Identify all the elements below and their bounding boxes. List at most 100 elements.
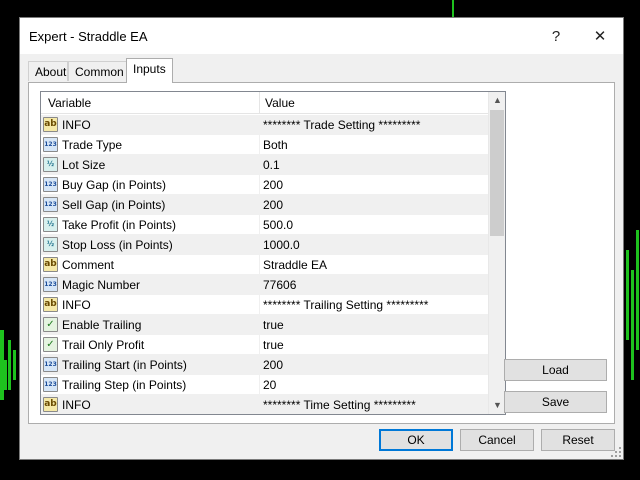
table-row[interactable]: ✓ Trail Only Profit true — [41, 335, 488, 355]
variable-value[interactable]: true — [263, 338, 284, 352]
variable-value[interactable]: Straddle EA — [263, 258, 327, 272]
string-type-icon: ab — [43, 397, 58, 412]
help-button[interactable]: ? — [534, 18, 578, 54]
tab-about[interactable]: About — [28, 61, 68, 81]
variable-name: Trail Only Profit — [62, 338, 145, 352]
variable-value[interactable]: 200 — [263, 178, 283, 192]
scroll-up-arrow-icon[interactable]: ▲ — [489, 92, 505, 109]
table-row[interactable]: ab Comment Straddle EA — [41, 255, 488, 275]
integer-type-icon: 123 — [43, 137, 58, 152]
table-header: Variable Value — [41, 92, 488, 114]
table-row[interactable]: 123 Sell Gap (in Points) 200 — [41, 195, 488, 215]
table-row[interactable]: 123 Trailing Start (in Points) 200 — [41, 355, 488, 375]
boolean-type-icon: ✓ — [43, 337, 58, 352]
cell-divider — [259, 275, 260, 295]
variable-name: Comment — [62, 258, 115, 272]
cell-divider — [259, 335, 260, 355]
variable-name: Sell Gap (in Points) — [62, 198, 166, 212]
table-row[interactable]: ✓ Enable Trailing true — [41, 315, 488, 335]
variable-value[interactable]: ******** Trailing Setting ********* — [263, 298, 428, 312]
column-divider[interactable] — [259, 92, 260, 114]
cell-divider — [259, 295, 260, 315]
variable-value[interactable]: ******** Time Setting ********* — [263, 398, 416, 412]
table-row[interactable]: 123 Trade Type Both — [41, 135, 488, 155]
variable-value[interactable]: true — [263, 318, 284, 332]
table-row[interactable]: 123 Trailing Step (in Points) 20 — [41, 375, 488, 395]
cell-divider — [259, 135, 260, 155]
variable-name: INFO — [62, 398, 91, 412]
string-type-icon: ab — [43, 117, 58, 132]
variable-name: Trailing Start (in Points) — [62, 358, 187, 372]
variable-value[interactable]: 500.0 — [263, 218, 293, 232]
variable-name: Trade Type — [62, 138, 123, 152]
variable-value[interactable]: ******** Trade Setting ********* — [263, 118, 420, 132]
inputs-table: Variable Value ab INFO ******** Trade Sett… — [40, 91, 506, 415]
variable-value[interactable]: 77606 — [263, 278, 296, 292]
integer-type-icon: 123 — [43, 377, 58, 392]
column-header-variable[interactable]: Variable — [48, 96, 91, 110]
chart-line-segment — [13, 350, 16, 380]
chart-line-segment — [636, 230, 639, 350]
table-row[interactable]: ½ Take Profit (in Points) 500.0 — [41, 215, 488, 235]
table-row[interactable]: ab INFO ******** Trailing Setting ********… — [41, 295, 488, 315]
cell-divider — [259, 255, 260, 275]
save-button[interactable]: Save — [504, 391, 607, 413]
variable-name: INFO — [62, 118, 91, 132]
ok-button[interactable]: OK — [379, 429, 453, 451]
variable-value[interactable]: 200 — [263, 358, 283, 372]
variable-name: Enable Trailing — [62, 318, 142, 332]
close-button[interactable]: ✕ — [578, 18, 622, 54]
chart-line-segment — [4, 360, 7, 390]
table-row[interactable]: 123 Buy Gap (in Points) 200 — [41, 175, 488, 195]
variable-name: Trailing Step (in Points) — [62, 378, 187, 392]
variable-name: Stop Loss (in Points) — [62, 238, 173, 252]
cell-divider — [259, 155, 260, 175]
variable-value[interactable]: 200 — [263, 198, 283, 212]
chart-line-segment — [631, 270, 634, 380]
string-type-icon: ab — [43, 257, 58, 272]
variable-value[interactable]: 20 — [263, 378, 276, 392]
variable-name: Buy Gap (in Points) — [62, 178, 167, 192]
chart-line-segment — [452, 0, 454, 17]
cell-divider — [259, 375, 260, 395]
cell-divider — [259, 355, 260, 375]
table-row[interactable]: 123 Magic Number 77606 — [41, 275, 488, 295]
load-button[interactable]: Load — [504, 359, 607, 381]
resize-grip-icon[interactable] — [611, 447, 621, 457]
reset-button[interactable]: Reset — [541, 429, 615, 451]
string-type-icon: ab — [43, 297, 58, 312]
chart-line-segment — [626, 250, 629, 340]
scroll-thumb[interactable] — [490, 110, 504, 236]
double-type-icon: ½ — [43, 217, 58, 232]
boolean-type-icon: ✓ — [43, 317, 58, 332]
variable-name: Magic Number — [62, 278, 141, 292]
tab-inputs[interactable]: Inputs — [126, 58, 173, 83]
variable-name: INFO — [62, 298, 91, 312]
cancel-button[interactable]: Cancel — [460, 429, 534, 451]
variable-value[interactable]: 0.1 — [263, 158, 280, 172]
tab-common[interactable]: Common — [68, 61, 127, 81]
cell-divider — [259, 175, 260, 195]
cell-divider — [259, 235, 260, 255]
chart-line-segment — [8, 340, 11, 390]
vertical-scrollbar[interactable]: ▲ ▼ — [488, 92, 505, 414]
cell-divider — [259, 215, 260, 235]
table-row[interactable]: ½ Stop Loss (in Points) 1000.0 — [41, 235, 488, 255]
table-row[interactable]: ab INFO ******** Time Setting ********* — [41, 395, 488, 414]
double-type-icon: ½ — [43, 237, 58, 252]
column-header-value[interactable]: Value — [265, 96, 295, 110]
variable-value[interactable]: 1000.0 — [263, 238, 300, 252]
integer-type-icon: 123 — [43, 197, 58, 212]
variable-name: Lot Size — [62, 158, 106, 172]
table-row[interactable]: ½ Lot Size 0.1 — [41, 155, 488, 175]
cell-divider — [259, 115, 260, 135]
integer-type-icon: 123 — [43, 277, 58, 292]
expert-dialog: Expert - Straddle EA ? ✕ About Common In… — [19, 17, 624, 460]
variable-value[interactable]: Both — [263, 138, 288, 152]
table-row[interactable]: ab INFO ******** Trade Setting ********* — [41, 115, 488, 135]
integer-type-icon: 123 — [43, 177, 58, 192]
inputs-panel: Variable Value ab INFO ******** Trade Sett… — [28, 82, 615, 424]
cell-divider — [259, 195, 260, 215]
cell-divider — [259, 315, 260, 335]
cell-divider — [259, 395, 260, 414]
